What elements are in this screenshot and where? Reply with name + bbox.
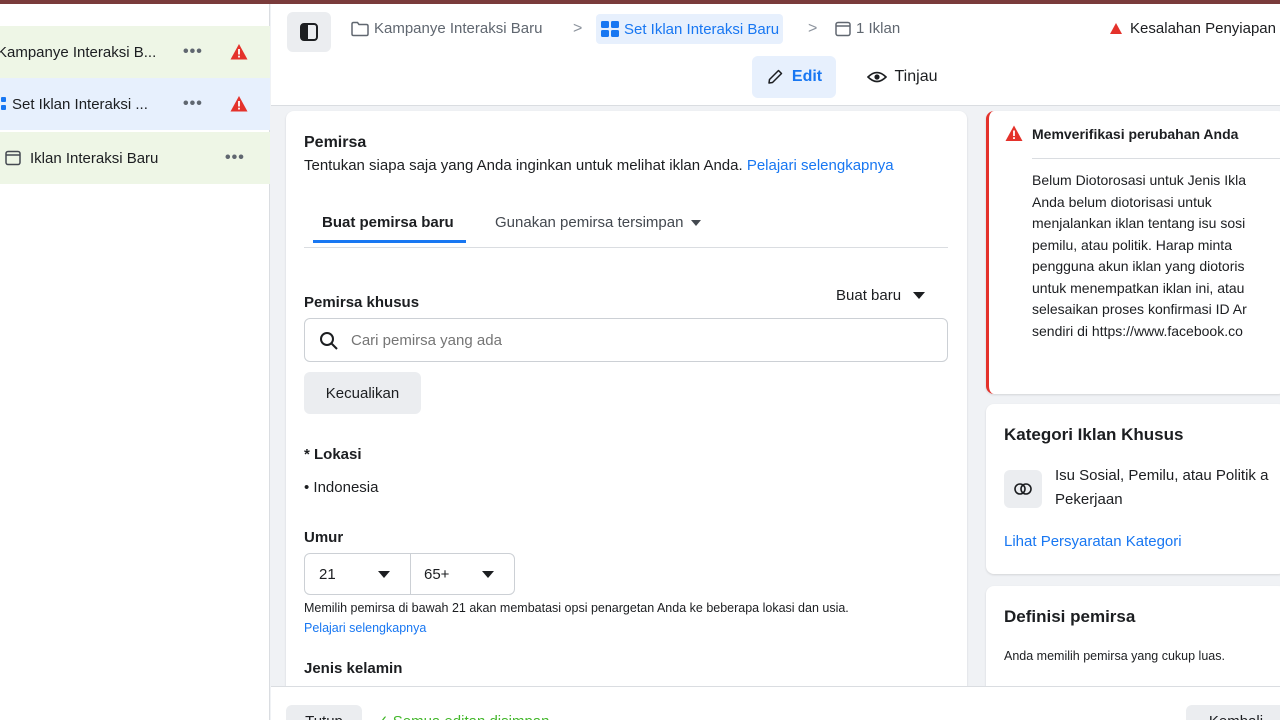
breadcrumb-adset[interactable]: Set Iklan Interaksi Baru	[596, 14, 784, 44]
tab-saved-audience[interactable]: Gunakan pemirsa tersimpan	[495, 214, 702, 231]
breadcrumb-label: 1 Iklan	[856, 20, 901, 37]
breadcrumb-label: Set Iklan Interaksi Baru	[624, 20, 780, 38]
age-range-selector: 21 65+	[304, 553, 515, 595]
edit-label: Edit	[791, 68, 823, 85]
more-options-icon[interactable]: •••	[183, 95, 203, 113]
tab-create-new-audience[interactable]: Buat pemirsa baru	[322, 214, 454, 231]
location-label: * Lokasi	[304, 446, 362, 463]
chevron-right-icon: >	[573, 20, 583, 37]
description-text: Tentukan siapa saja yang Anda inginkan u…	[304, 157, 743, 174]
message-line: selesaikan proses konfirmasi ID Ar	[1032, 301, 1247, 317]
age-min-value: 21	[319, 566, 336, 583]
sidebar-item-adset[interactable]: Set Iklan Interaksi ... •••	[0, 78, 270, 130]
age-max-select[interactable]: 65+	[411, 554, 515, 594]
search-input[interactable]	[351, 328, 911, 352]
location-value: • Indonesia	[304, 479, 379, 496]
overlapping-circles-icon	[1014, 483, 1032, 495]
section-description: Tentukan siapa saja yang Anda inginkan u…	[304, 157, 894, 174]
message-line: pengguna akun iklan yang diotoris	[1032, 258, 1245, 274]
footer-bar: Tutup ✓ Semua editan disimpan Kembali	[271, 686, 1280, 720]
review-label: Tinjau	[894, 68, 938, 85]
audience-section: Pemirsa Tentukan siapa saja yang Anda in…	[286, 111, 967, 711]
eye-icon	[866, 71, 887, 83]
setup-error-status[interactable]: Kesalahan Penyiapan	[1110, 20, 1276, 37]
tab-label: Gunakan pemirsa tersimpan	[495, 214, 684, 231]
gender-label: Jenis kelamin	[304, 660, 403, 677]
sidebar: Kampanye Interaksi B... ••• Set Iklan In…	[0, 4, 270, 720]
caret-down-icon	[378, 571, 390, 578]
divider	[304, 247, 948, 248]
age-max-value: 65+	[424, 566, 450, 583]
sidebar-item-label: Kampanye Interaksi B...	[0, 43, 157, 61]
message-line: sendiri di https://www.facebook.co	[1032, 322, 1243, 339]
section-title: Pemirsa	[304, 134, 367, 151]
saved-status: ✓ Semua editan disimpan	[376, 712, 550, 720]
sidebar-item-label: Set Iklan Interaksi ...	[12, 95, 148, 113]
verification-panel: Memverifikasi perubahan Anda Belum Dioto…	[986, 111, 1280, 394]
caret-down-icon	[913, 292, 926, 299]
category-item-line: Isu Sosial, Pemilu, atau Politik a	[1055, 467, 1269, 484]
active-tab-indicator	[313, 240, 466, 243]
edit-button[interactable]: Edit	[752, 56, 836, 98]
category-requirements-link[interactable]: Lihat Persyaratan Kategori	[1004, 533, 1182, 550]
category-icon-tile	[1004, 470, 1042, 508]
message-line: pemilu, atau politik. Harap minta	[1032, 236, 1232, 253]
breadcrumb-ad[interactable]: 1 Iklan	[835, 20, 900, 37]
verification-message: Belum Diotorosasi untuk Jenis Ikla Anda …	[1032, 170, 1247, 342]
back-button[interactable]: Kembali	[1186, 705, 1280, 720]
message-line: Belum Diotorosasi untuk Jenis Ikla	[1032, 172, 1246, 188]
ad-frame-icon	[835, 21, 851, 36]
category-title: Kategori Iklan Khusus	[1004, 425, 1184, 444]
definition-text: Anda memilih pemirsa yang cukup luas.	[1004, 649, 1225, 663]
top-bar: Kampanye Interaksi Baru > Set Iklan Inte…	[271, 4, 1280, 106]
sidebar-item-label: Iklan Interaksi Baru	[30, 149, 159, 167]
verification-title: Memverifikasi perubahan Anda	[1032, 125, 1239, 142]
pencil-icon	[768, 69, 783, 84]
message-line: menjalankan iklan tentang isu sosi	[1032, 215, 1246, 231]
caret-down-icon	[691, 219, 702, 226]
divider	[1032, 158, 1280, 159]
definition-title: Definisi pemirsa	[1004, 607, 1136, 626]
sidebar-toggle-icon	[300, 23, 318, 41]
message-line: untuk menempatkan iklan ini, atau	[1032, 279, 1245, 296]
sidebar-item-ad[interactable]: Iklan Interaksi Baru •••	[0, 132, 270, 184]
warning-icon	[230, 96, 248, 112]
age-min-select[interactable]: 21	[305, 554, 410, 594]
sidebar-item-campaign[interactable]: Kampanye Interaksi B... •••	[0, 26, 270, 78]
create-new-dropdown[interactable]: Buat baru	[836, 287, 926, 304]
category-item-line: Pekerjaan	[1055, 491, 1123, 508]
age-label: Umur	[304, 529, 344, 546]
custom-audience-label: Pemirsa khusus	[304, 294, 420, 311]
grid-icon	[1, 97, 6, 110]
learn-more-link[interactable]: Pelajari selengkapnya	[747, 157, 894, 174]
setup-error-label: Kesalahan Penyiapan	[1130, 20, 1276, 37]
search-icon	[320, 332, 338, 350]
caret-down-icon	[482, 571, 494, 578]
close-button[interactable]: Tutup	[286, 705, 362, 720]
breadcrumb-campaign[interactable]: Kampanye Interaksi Baru	[351, 20, 542, 37]
warning-icon	[1110, 23, 1123, 34]
review-button[interactable]: Tinjau	[857, 56, 947, 98]
special-ad-category-panel: Kategori Iklan Khusus Isu Sosial, Pemilu…	[986, 404, 1280, 574]
ad-frame-icon	[5, 150, 21, 166]
create-new-label: Buat baru	[836, 287, 902, 304]
custom-audience-search[interactable]	[304, 318, 948, 362]
more-options-icon[interactable]: •••	[183, 43, 203, 61]
exclude-button[interactable]: Kecualikan	[304, 372, 421, 414]
folder-icon	[351, 21, 369, 36]
message-line: Anda belum diotorisasi untuk	[1032, 193, 1212, 210]
toggle-sidebar-button[interactable]	[287, 12, 331, 52]
warning-icon	[1005, 125, 1023, 141]
age-note: Memilih pemirsa di bawah 21 akan membata…	[304, 601, 849, 615]
chevron-right-icon: >	[808, 20, 818, 37]
verification-header: Memverifikasi perubahan Anda	[1005, 125, 1238, 142]
breadcrumb-label: Kampanye Interaksi Baru	[374, 20, 543, 37]
grid-icon	[601, 21, 619, 37]
more-options-icon[interactable]: •••	[225, 149, 245, 167]
age-learn-more-link[interactable]: Pelajari selengkapnya	[304, 621, 426, 635]
warning-icon	[230, 44, 248, 60]
